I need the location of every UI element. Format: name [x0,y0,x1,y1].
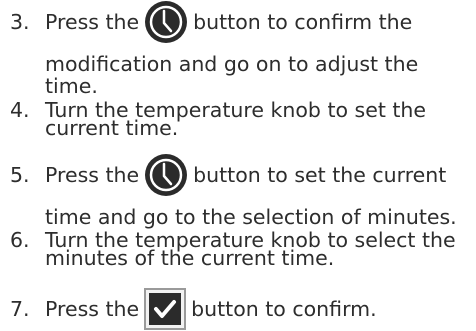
clock-icon [144,0,188,44]
checkmark-icon [144,288,187,330]
step-continuation: modification and go on to adjust the [45,52,419,76]
step-number: 7. [10,297,30,321]
step-text: Press the [45,10,140,34]
step-line: Press the button to set the current [45,153,446,197]
step-text: button to confirm. [191,297,377,321]
step-number: 4. [10,98,30,122]
step-text: Press the [45,297,140,321]
step-continuation: minutes of the current time. [45,246,335,270]
step-number: 3. [10,10,30,34]
step-text: button to set the current [193,163,447,187]
step-line: Press the button to confirm. [45,287,377,331]
clock-icon [144,153,188,197]
step-text: button to confirm the [193,10,413,34]
step-continuation: current time. [45,116,179,140]
step-continuation: time and go to the selection of minutes. [45,205,457,229]
step-number: 5. [10,163,30,187]
step-continuation: time. [45,74,98,98]
step-line: Press the button to confirm the [45,0,412,44]
step-number: 6. [10,228,30,252]
step-text: Press the [45,163,140,187]
